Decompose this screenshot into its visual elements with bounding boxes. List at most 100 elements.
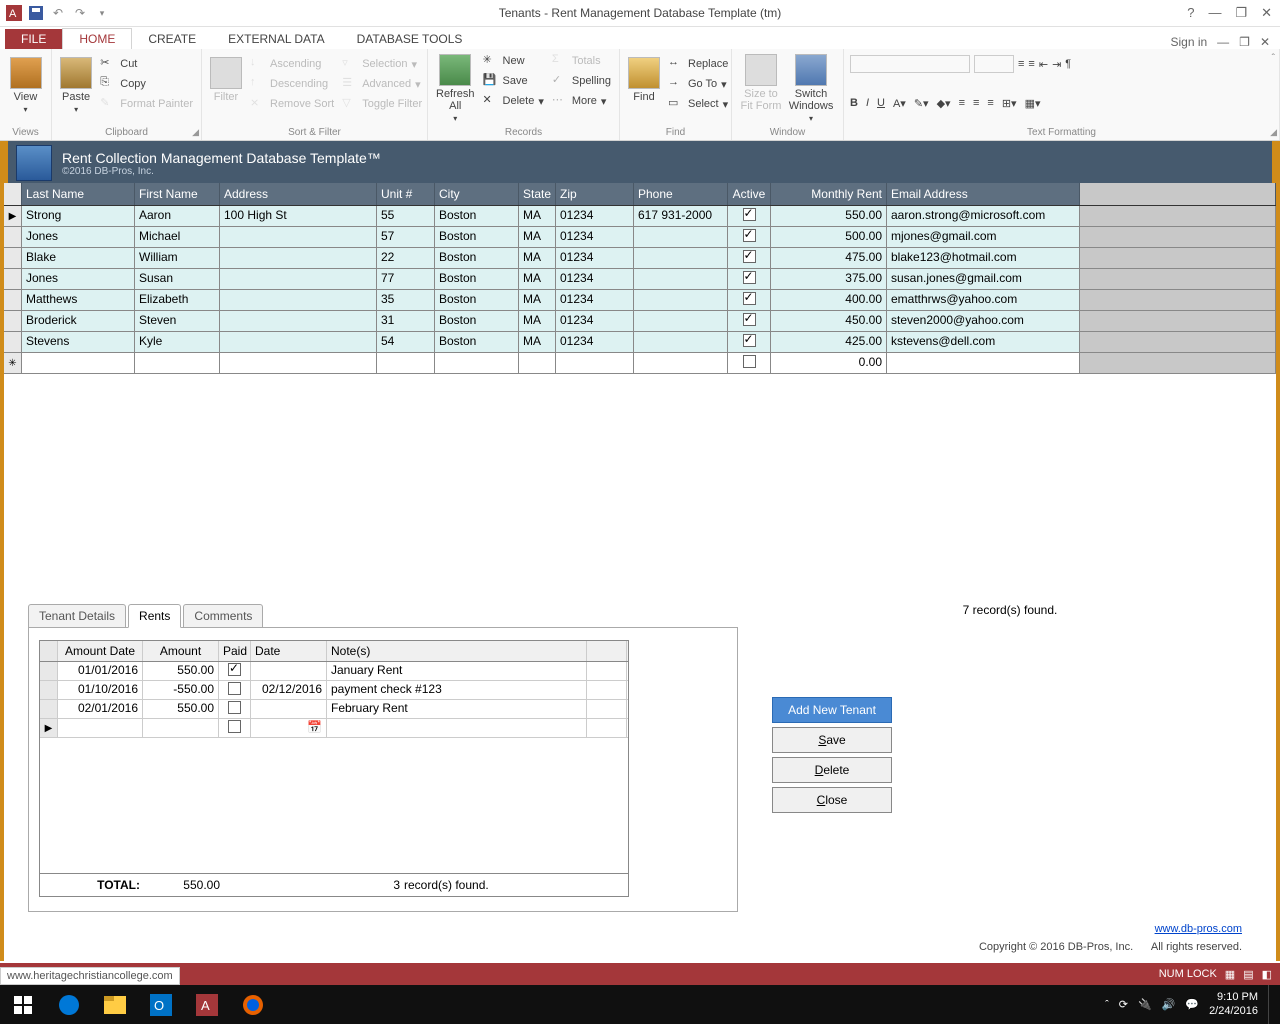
active-checkbox[interactable] — [743, 250, 756, 263]
select-button[interactable]: ▭Select ▾ — [666, 95, 730, 113]
totals-button[interactable]: ΣTotals — [550, 52, 613, 70]
col-first-name[interactable]: First Name — [135, 183, 220, 205]
row-selector[interactable] — [4, 227, 22, 247]
paste-button[interactable]: Paste ▾ — [58, 55, 94, 116]
tab-database-tools[interactable]: DATABASE TOOLS — [341, 29, 479, 49]
doc-close-icon[interactable]: ✕ — [1260, 35, 1270, 49]
table-row[interactable]: Jones Michael 57 Boston MA 01234 500.00 … — [4, 227, 1276, 248]
copy-button[interactable]: ⎘Copy — [98, 75, 195, 93]
window-close-icon[interactable]: ✕ — [1261, 5, 1272, 21]
col-phone[interactable]: Phone — [634, 183, 728, 205]
goto-button[interactable]: →Go To ▾ — [666, 75, 730, 93]
doc-minimize-icon[interactable]: — — [1217, 35, 1229, 49]
paid-checkbox[interactable] — [228, 720, 241, 733]
window-minimize-icon[interactable]: — — [1208, 5, 1221, 21]
date-picker-icon[interactable]: 📅 — [251, 719, 327, 737]
decrease-indent-icon[interactable]: ⇤ — [1039, 58, 1048, 71]
more-button[interactable]: ⋯More ▾ — [550, 92, 613, 110]
doc-restore-icon[interactable]: ❐ — [1239, 35, 1250, 49]
edge-icon[interactable] — [46, 985, 92, 1024]
row-selector[interactable] — [4, 269, 22, 289]
subgrid-row[interactable]: 02/01/2016 550.00 February Rent — [40, 700, 628, 719]
new-record-button[interactable]: ✳New — [481, 52, 546, 70]
col-state[interactable]: State — [519, 183, 556, 205]
col-city[interactable]: City — [435, 183, 519, 205]
col-zip[interactable]: Zip — [556, 183, 634, 205]
col-active[interactable]: Active — [728, 183, 771, 205]
col-address[interactable]: Address — [220, 183, 377, 205]
advanced-button[interactable]: ☰Advanced ▾ — [340, 75, 424, 93]
find-button[interactable]: Find — [626, 55, 662, 105]
active-checkbox[interactable] — [743, 229, 756, 242]
table-row[interactable]: Broderick Steven 31 Boston MA 01234 450.… — [4, 311, 1276, 332]
save-button[interactable]: Save — [772, 727, 892, 753]
textfmt-launcher-icon[interactable]: ◢ — [1270, 127, 1277, 138]
row-selector[interactable] — [4, 332, 22, 352]
qat-customize-icon[interactable]: ▾ — [92, 3, 112, 23]
filter-button[interactable]: Filter — [208, 55, 244, 105]
subgrid-row[interactable]: 01/01/2016 550.00 January Rent — [40, 662, 628, 681]
paid-checkbox[interactable] — [228, 682, 241, 695]
tray-action-center-icon[interactable]: 💬 — [1185, 998, 1199, 1011]
font-size-dropdown[interactable] — [974, 55, 1014, 73]
refresh-all-button[interactable]: Refresh All ▾ — [434, 52, 477, 125]
view-layout-icon[interactable]: ◧ — [1262, 968, 1272, 981]
undo-icon[interactable]: ↶ — [48, 3, 68, 23]
new-row-selector-icon[interactable]: ✳ — [4, 353, 22, 373]
row-selector[interactable] — [40, 700, 58, 718]
table-new-row[interactable]: ✳ 0.00 — [4, 353, 1276, 374]
active-checkbox[interactable] — [743, 271, 756, 284]
help-icon[interactable]: ? — [1187, 5, 1194, 21]
table-row[interactable]: Matthews Elizabeth 35 Boston MA 01234 40… — [4, 290, 1276, 311]
table-row[interactable]: Blake William 22 Boston MA 01234 475.00 … — [4, 248, 1276, 269]
view-datasheet-icon[interactable]: ▤ — [1243, 968, 1253, 981]
save-icon[interactable] — [26, 3, 46, 23]
fill-color-icon[interactable]: ◆▾ — [937, 97, 951, 110]
font-family-dropdown[interactable] — [850, 55, 970, 73]
size-to-fit-button[interactable]: Size to Fit Form — [738, 52, 784, 114]
remove-sort-button[interactable]: ⨯Remove Sort — [248, 95, 336, 113]
file-explorer-icon[interactable] — [92, 985, 138, 1024]
italic-icon[interactable]: I — [866, 97, 869, 109]
db-pros-link[interactable]: www.db-pros.com — [768, 923, 1242, 935]
ascending-button[interactable]: ↓Ascending — [248, 55, 336, 73]
font-color-icon[interactable]: A▾ — [893, 97, 906, 110]
start-button[interactable] — [0, 985, 46, 1024]
col-last-name[interactable]: Last Name — [22, 183, 135, 205]
cut-button[interactable]: ✂Cut — [98, 55, 195, 73]
tab-home[interactable]: HOME — [62, 28, 132, 49]
add-new-tenant-button[interactable]: Add New Tenant — [772, 697, 892, 723]
underline-icon[interactable]: U — [877, 97, 885, 109]
taskbar-clock[interactable]: 9:10 PM 2/24/2016 — [1209, 991, 1258, 1017]
redo-icon[interactable]: ↷ — [70, 3, 90, 23]
paid-checkbox[interactable] — [228, 701, 241, 714]
table-row[interactable]: Jones Susan 77 Boston MA 01234 375.00 su… — [4, 269, 1276, 290]
collapse-ribbon-icon[interactable]: ˆ — [1272, 53, 1275, 64]
tab-file[interactable]: FILE — [5, 29, 62, 49]
toggle-filter-button[interactable]: ▽Toggle Filter — [340, 95, 424, 113]
switch-windows-button[interactable]: Switch Windows ▾ — [788, 52, 834, 125]
descending-button[interactable]: ↑Descending — [248, 75, 336, 93]
window-restore-icon[interactable]: ❐ — [1235, 5, 1247, 21]
format-painter-button[interactable]: ✎Format Painter — [98, 95, 195, 113]
delete-record-button[interactable]: ✕Delete ▾ — [481, 92, 546, 110]
view-button[interactable]: View ▾ — [6, 55, 45, 116]
replace-button[interactable]: ↔Replace — [666, 55, 730, 73]
selection-button[interactable]: ▿Selection ▾ — [340, 55, 424, 73]
sign-in-link[interactable]: Sign in — [1170, 35, 1207, 49]
increase-indent-icon[interactable]: ⇥ — [1052, 58, 1061, 71]
col-email[interactable]: Email Address — [887, 183, 1080, 205]
align-left-icon[interactable]: ≡ — [959, 97, 965, 109]
col-rent[interactable]: Monthly Rent — [771, 183, 887, 205]
bullets-icon[interactable]: ≡ — [1018, 58, 1024, 70]
tab-external-data[interactable]: EXTERNAL DATA — [212, 29, 340, 49]
tab-create[interactable]: CREATE — [132, 29, 212, 49]
col-unit[interactable]: Unit # — [377, 183, 435, 205]
firefox-icon[interactable] — [230, 985, 276, 1024]
active-checkbox[interactable] — [743, 292, 756, 305]
row-selector[interactable] — [40, 681, 58, 699]
spelling-button[interactable]: ✓Spelling — [550, 72, 613, 90]
delete-button[interactable]: Delete — [772, 757, 892, 783]
save-record-button[interactable]: 💾Save — [481, 72, 546, 90]
access-taskbar-icon[interactable]: A — [184, 985, 230, 1024]
